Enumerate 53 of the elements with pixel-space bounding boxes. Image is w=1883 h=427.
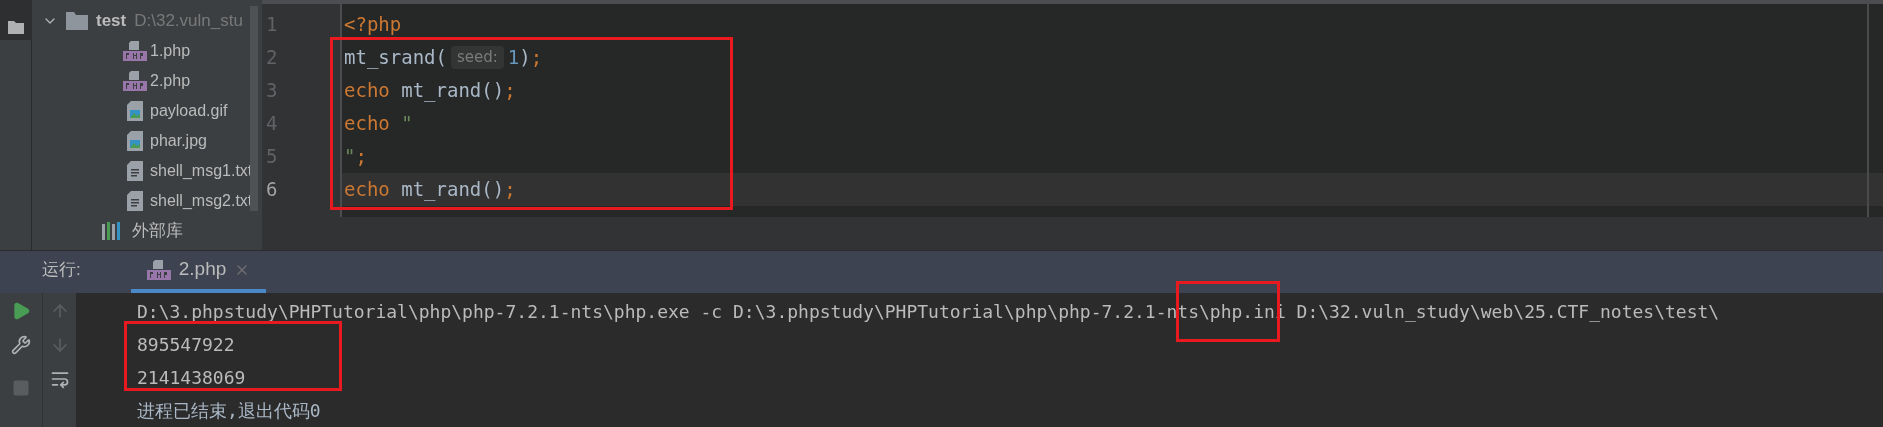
run-icon[interactable] <box>11 301 31 321</box>
image-file-icon <box>127 131 143 151</box>
tree-item[interactable]: test D:\32.vuln_stu <box>32 6 262 36</box>
code-token: 1 <box>507 45 520 71</box>
console-line: 进程已结束,退出代码0 <box>137 399 321 423</box>
code-token: " <box>400 111 413 137</box>
file-name: 2.php <box>150 71 191 91</box>
code-token: ; <box>504 177 516 203</box>
wrench-icon[interactable] <box>11 335 31 355</box>
php-file-icon <box>123 40 147 62</box>
code-token: mt_rand() <box>400 78 505 104</box>
tree-item[interactable]: 外部库 <box>32 216 262 246</box>
console-line: 2141438069 <box>137 366 246 390</box>
file-name: phar.jpg <box>150 131 207 151</box>
code-token: mt_srand( <box>344 45 447 71</box>
code-token: mt_rand() <box>400 177 505 203</box>
code-token: ; <box>355 144 367 170</box>
folder-path: D:\32.vuln_stu <box>134 10 243 33</box>
code-token: ; <box>504 78 516 104</box>
soft-wrap-icon[interactable] <box>49 369 70 389</box>
code-token: ) <box>519 45 531 71</box>
console-line: 895547922 <box>137 333 235 357</box>
file-name: 1.php <box>150 41 191 61</box>
file-name: shell_msg2.txt <box>150 191 253 211</box>
line-number: 6 <box>266 177 278 203</box>
tree-item[interactable]: phar.jpg <box>32 126 262 156</box>
file-name: payload.gif <box>150 101 228 121</box>
image-file-icon <box>127 101 143 121</box>
php-file-icon <box>146 258 171 281</box>
file-name: shell_msg1.txt <box>150 161 253 181</box>
parameter-hint: seed: <box>450 46 504 69</box>
project-tab[interactable] <box>0 0 32 40</box>
tree-item[interactable]: payload.gif <box>32 96 262 126</box>
code-token: ; <box>530 45 543 71</box>
text-file-icon <box>127 161 143 181</box>
stop-icon[interactable] <box>12 379 30 397</box>
folder-name: test <box>96 10 127 33</box>
tree-item[interactable]: 2.php <box>32 66 262 96</box>
tree-item[interactable]: shell_msg2.txt <box>32 186 262 216</box>
tree-item[interactable]: shell_msg1.txt <box>32 156 262 186</box>
code-token: echo <box>344 78 390 104</box>
text-file-icon <box>127 191 143 211</box>
tab-label: 2.php <box>178 257 227 282</box>
folder-icon <box>7 21 24 34</box>
tree-item[interactable]: 1.php <box>32 36 262 66</box>
code-token: " <box>344 144 356 170</box>
code-token: echo <box>344 111 390 137</box>
code-token: <?php <box>344 12 402 38</box>
library-label: 外部库 <box>132 220 183 243</box>
code-token: echo <box>344 177 390 203</box>
folder-icon <box>66 12 88 30</box>
run-label: 运行: <box>42 258 81 281</box>
php-file-icon <box>123 70 147 92</box>
